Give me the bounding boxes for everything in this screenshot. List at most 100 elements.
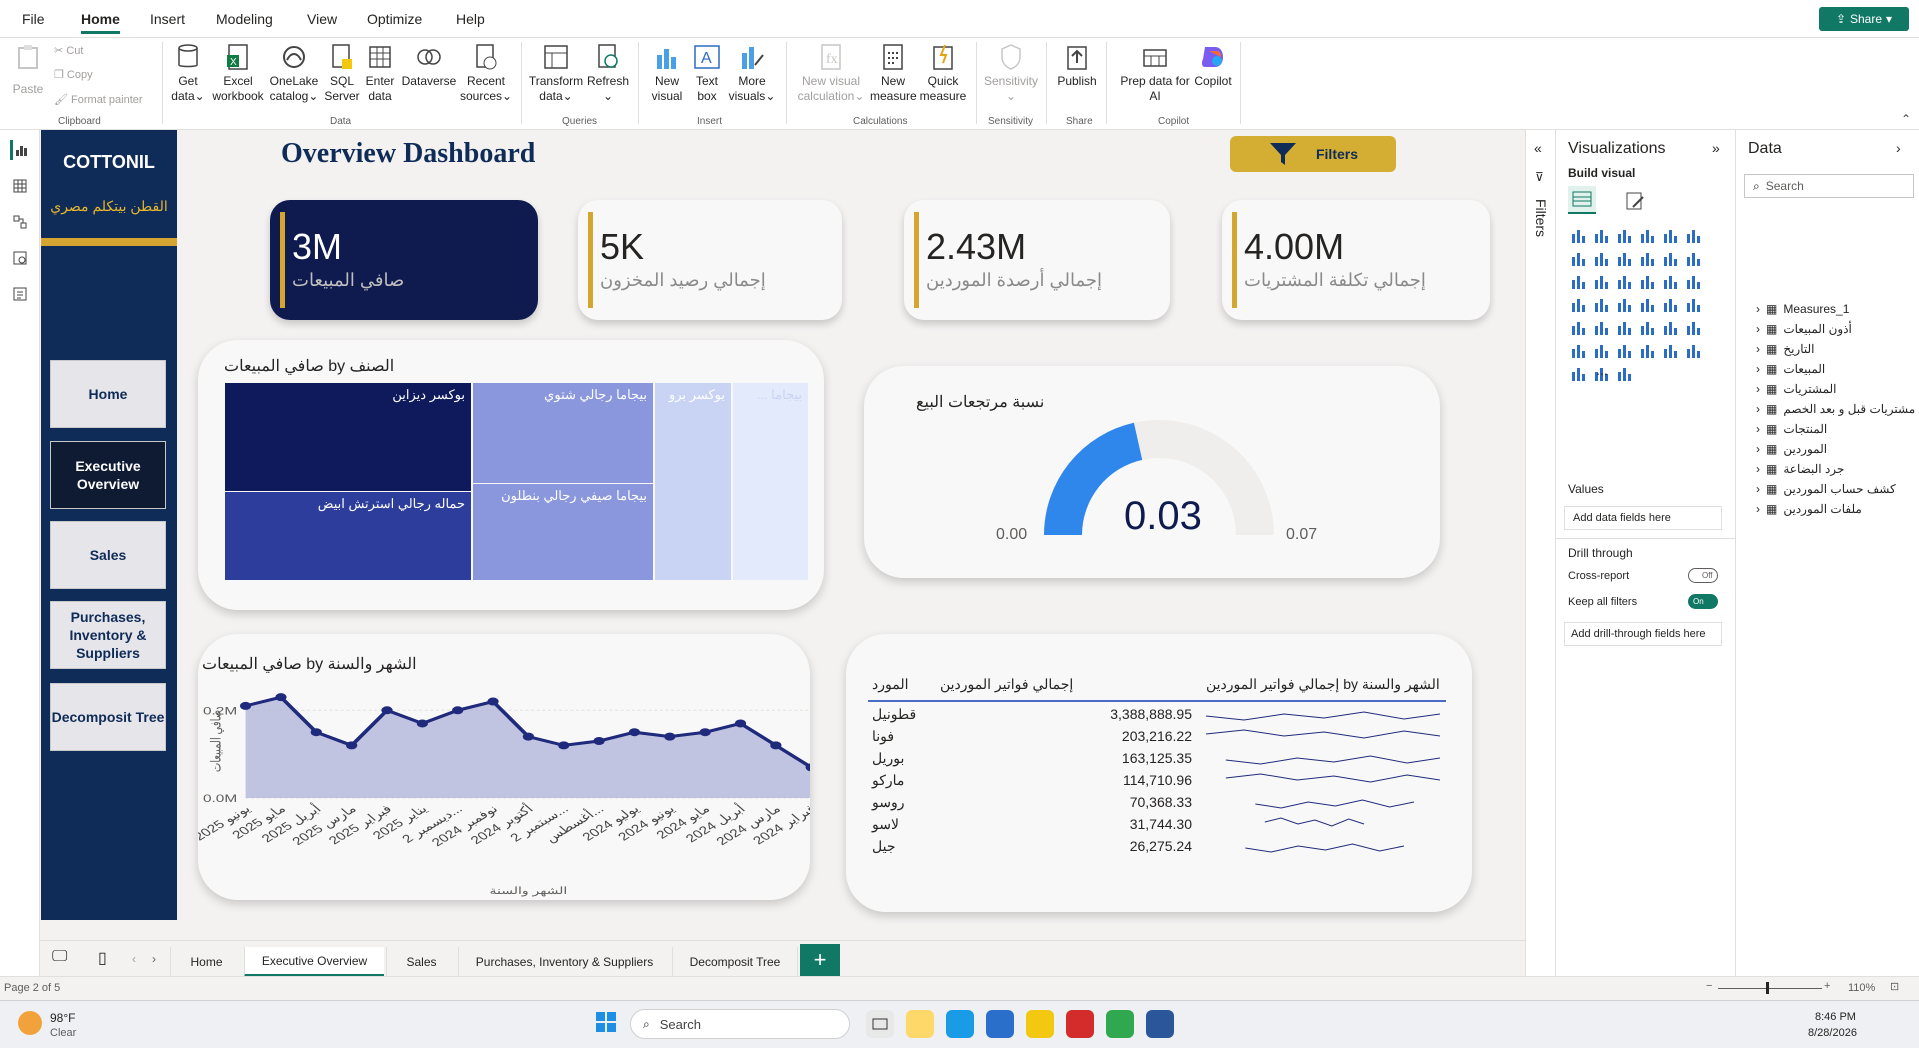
new-visual-calculation-button[interactable]: fx New visual calculation⌄ — [794, 42, 868, 104]
slicer-icon[interactable] — [1591, 318, 1613, 338]
filters-button[interactable]: Filters — [1230, 136, 1396, 172]
filled-map-icon[interactable] — [1568, 295, 1590, 315]
data-point[interactable] — [593, 737, 605, 745]
sensitivity-button[interactable]: Sensitivity ⌄ — [982, 42, 1040, 104]
data-field-table[interactable]: › ▦ المنتجات — [1756, 422, 1827, 436]
power-automate-icon[interactable] — [1568, 364, 1590, 384]
data-point[interactable] — [240, 701, 252, 710]
page-tab-purchases[interactable]: Purchases, Inventory & Suppliers — [458, 947, 670, 977]
data-field-table[interactable]: › ▦ Measures_1 — [1756, 302, 1849, 316]
data-point[interactable] — [699, 728, 711, 737]
sql-server-button[interactable]: SQL Server — [323, 42, 361, 104]
funnel-chart-icon[interactable] — [1568, 272, 1590, 292]
zoom-slider-thumb[interactable] — [1766, 982, 1769, 994]
chevron-right-icon[interactable]: › — [1756, 382, 1760, 396]
chevron-right-icon[interactable]: › — [1756, 302, 1760, 316]
menu-help[interactable]: Help — [456, 11, 485, 27]
data-field-table[interactable]: › ▦ كشف حساب الموردين — [1756, 482, 1896, 496]
refresh-button[interactable]: Refresh ⌄ — [586, 42, 630, 104]
clustered-column-icon[interactable] — [1637, 226, 1659, 246]
zoom-slider[interactable] — [1718, 988, 1822, 989]
dataverse-button[interactable]: Dataverse — [400, 42, 458, 89]
data-point[interactable] — [310, 728, 322, 737]
nav-home-button[interactable]: Home — [50, 360, 166, 428]
clock-time[interactable]: 8:46 PM — [1815, 1011, 1856, 1023]
clustered-bar-icon[interactable] — [1614, 226, 1636, 246]
quick-measure-button[interactable]: Quick measure — [918, 42, 968, 104]
new-visual-button[interactable]: New visual — [646, 42, 688, 104]
data-point[interactable] — [346, 741, 358, 750]
data-point[interactable] — [770, 741, 782, 750]
cut-button[interactable]: ✂ Cut — [54, 44, 83, 57]
report-view-icon[interactable] — [10, 140, 30, 160]
chevron-right-icon[interactable]: › — [1756, 322, 1760, 336]
scatter-chart-icon[interactable] — [1591, 272, 1613, 292]
stacked-area-icon[interactable] — [1614, 249, 1636, 269]
data-point[interactable] — [734, 719, 747, 728]
acrobat-icon[interactable] — [1066, 1010, 1094, 1038]
chevron-right-icon[interactable]: › — [1756, 422, 1760, 436]
qa-icon[interactable] — [1614, 341, 1636, 361]
chrome-icon[interactable] — [1106, 1010, 1134, 1038]
tab-scroll-right-icon[interactable]: › — [152, 952, 156, 966]
treemap-cell[interactable]: بيجاما رجالي شتوي — [473, 383, 653, 483]
data-field-table[interactable]: › ▦ جرد البضاعة — [1756, 462, 1844, 476]
ellipsis-icon[interactable]: ⋯ — [1591, 364, 1613, 384]
tmdl-view-icon[interactable] — [10, 284, 30, 304]
dax-query-icon[interactable] — [10, 248, 30, 268]
page-tab-home[interactable]: Home — [170, 947, 242, 977]
waterfall-icon[interactable] — [1683, 249, 1705, 269]
table-visual-icon[interactable] — [1614, 318, 1636, 338]
data-point[interactable] — [275, 693, 287, 702]
store-icon[interactable] — [986, 1010, 1014, 1038]
publish-button[interactable]: Publish — [1054, 42, 1100, 89]
enter-data-button[interactable]: Enter data — [362, 42, 398, 104]
chevron-right-icon[interactable]: › — [1756, 462, 1760, 476]
python-visual-icon[interactable] — [1683, 318, 1705, 338]
paste-button[interactable]: Paste — [12, 42, 44, 97]
data-field-table[interactable]: › ▦ المشتريات — [1756, 382, 1837, 396]
data-field-table[interactable]: › ▦ التاريخ — [1756, 342, 1815, 356]
matrix-icon[interactable] — [1637, 318, 1659, 338]
page-tab-executive-overview[interactable]: Executive Overview — [244, 947, 384, 977]
word-icon[interactable] — [1146, 1010, 1174, 1038]
r-visual-icon[interactable] — [1660, 318, 1682, 338]
format-painter-button[interactable]: 🖌 Format painter — [54, 93, 143, 106]
weather-temp[interactable]: 98°F — [50, 1011, 75, 1025]
treemap-cell[interactable]: بيجاما ... — [733, 383, 808, 580]
treemap-cell[interactable]: بوكسر ديزاين — [225, 383, 471, 491]
data-field-table[interactable]: › ▦ الموردين — [1756, 442, 1827, 456]
power-bi-icon[interactable] — [1026, 1010, 1054, 1038]
data-field-table[interactable]: › ▦ مشتريات قبل و بعد الخصم — [1756, 402, 1915, 416]
copilot-button[interactable]: Copilot — [1190, 42, 1236, 89]
add-data-fields-well[interactable]: Add data fields here — [1564, 506, 1722, 530]
data-point[interactable] — [522, 732, 534, 741]
stacked-bar-icon[interactable] — [1568, 226, 1590, 246]
gauge-icon[interactable] — [1637, 295, 1659, 315]
prep-data-ai-button[interactable]: Prep data for AI — [1114, 42, 1196, 104]
data-point[interactable] — [558, 741, 570, 750]
chevron-right-icon[interactable]: » — [1712, 140, 1720, 156]
menu-file[interactable]: File — [22, 11, 45, 27]
100-column-icon[interactable] — [1683, 226, 1705, 246]
chevron-right-icon[interactable]: › — [1756, 342, 1760, 356]
share-button[interactable]: ⇪ Share ▾ — [1819, 7, 1909, 31]
filters-pane-collapsed[interactable]: « ⊽ Filters — [1525, 130, 1555, 976]
text-box-button[interactable]: A Text box — [690, 42, 724, 104]
model-view-icon[interactable] — [10, 212, 30, 232]
data-point[interactable] — [381, 706, 393, 715]
copy-button[interactable]: ❐ Copy — [54, 68, 93, 81]
treemap-icon[interactable] — [1660, 272, 1682, 292]
collapse-ribbon-icon[interactable]: ⌃ — [1901, 112, 1911, 126]
add-drill-through-well[interactable]: Add drill-through fields here — [1564, 622, 1722, 646]
data-field-table[interactable]: › ▦ أذون المبيعات — [1756, 322, 1852, 336]
area-chart[interactable]: 0.2M0.0Mيونيو 2025 مايو 2025أبريل 2025مار… — [198, 670, 810, 900]
nav-sales-button[interactable]: Sales — [50, 521, 166, 589]
data-point[interactable] — [664, 732, 676, 741]
line-chart-icon[interactable] — [1568, 249, 1590, 269]
data-point[interactable] — [628, 728, 641, 737]
transform-data-button[interactable]: Transform data⌄ — [528, 42, 584, 104]
nav-executive-overview-button[interactable]: Executive Overview — [50, 441, 166, 509]
page-tab-sales[interactable]: Sales — [386, 947, 456, 977]
donut-chart-icon[interactable] — [1637, 272, 1659, 292]
